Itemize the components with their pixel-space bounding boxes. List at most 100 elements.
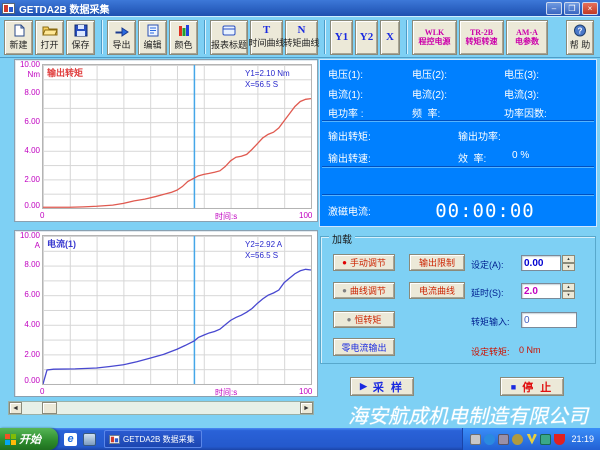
button-label: 颜色 (174, 39, 193, 50)
y-tick: 0.00 (24, 201, 40, 210)
torque-input-field[interactable] (521, 312, 577, 328)
delay-spinner[interactable]: ▲ ▼ (562, 283, 575, 299)
manual-adjust-button[interactable]: ● 手动调节 (333, 254, 395, 271)
tray-icon[interactable] (526, 433, 538, 445)
button-label: 导出 (112, 39, 131, 50)
toolbar-separator (101, 20, 103, 54)
taskbar-app-label: GETDA2B 数据采集 (123, 434, 195, 444)
export-button[interactable]: 导出 (107, 19, 136, 55)
save-button[interactable]: 保存 (66, 19, 95, 55)
set-current-label: 设定(A): (471, 260, 504, 270)
zero-current-output-button[interactable]: 零电流输出 (333, 338, 395, 356)
time-curve-button[interactable]: T 时间曲线 (249, 19, 285, 55)
efficiency-value: 0 % (512, 150, 530, 161)
app-icon (109, 434, 120, 444)
y2-axis-button[interactable]: Y2 (355, 19, 378, 55)
close-button[interactable]: × (582, 1, 598, 15)
electric-power-label: 电功率 : (328, 109, 364, 120)
scrollbar-thumb[interactable] (42, 402, 57, 414)
y-tick: 0.00 (24, 376, 40, 385)
minimize-button[interactable]: – (546, 1, 562, 15)
y-axis-unit: Nm (27, 70, 40, 79)
spinner-down-icon[interactable]: ▼ (562, 291, 575, 299)
tr2b-torque-speed-button[interactable]: TR-2B 转矩转速 (459, 19, 504, 55)
spinner-up-icon[interactable]: ▲ (562, 255, 575, 263)
current1-label: 电流(1): (328, 90, 363, 101)
button-label: WLK (424, 28, 445, 37)
power-factor-label: 功率因数: (504, 109, 547, 120)
new-file-button[interactable]: 新建 (4, 19, 33, 55)
set-current-input[interactable] (521, 255, 561, 271)
ie-quicklaunch-icon[interactable]: e (64, 432, 77, 446)
scroll-left-arrow-icon[interactable]: ◄ (9, 402, 22, 414)
y-tick: 4.00 (24, 146, 40, 155)
edit-button[interactable]: 编辑 (138, 19, 167, 55)
current-curve-button[interactable]: 电流曲线 (409, 282, 465, 299)
cursor-readout: Y2=2.92 A X=56.5 S (245, 239, 282, 261)
svg-text:?: ? (578, 26, 583, 35)
button-label: 保存 (71, 39, 90, 50)
y1-axis-button[interactable]: Y1 (330, 19, 353, 55)
taskbar-app-button[interactable]: GETDA2B 数据采集 (104, 430, 202, 448)
tray-icon[interactable] (540, 433, 552, 445)
set-current-spinner[interactable]: ▲ ▼ (562, 255, 575, 271)
constant-torque-button[interactable]: ● 恒转矩 (333, 311, 395, 328)
load-group-title: 加载 (329, 231, 355, 246)
output-power-label: 输出功率: (458, 132, 501, 143)
button-label: 恒转矩 (354, 315, 382, 325)
curve-adjust-button[interactable]: ● 曲线调节 (333, 282, 395, 299)
show-desktop-icon[interactable] (83, 432, 96, 446)
start-button[interactable]: 开始 (0, 428, 58, 450)
stop-button[interactable]: ■ 停 止 (500, 377, 564, 396)
spinner-up-icon[interactable]: ▲ (562, 283, 575, 291)
sample-button[interactable]: ▶ 采 样 (350, 377, 414, 396)
series-label: 电流(1) (47, 239, 76, 249)
current2-label: 电流(2): (412, 90, 447, 101)
button-label: 帮 助 (569, 39, 591, 50)
system-tray: 21:19 (462, 428, 600, 450)
torque-curve (43, 99, 311, 208)
y-tick: 10.00 (19, 60, 40, 69)
tray-icon[interactable] (498, 433, 510, 445)
measurement-panel: 电压(1): 电压(2): 电压(3): 电流(1): 电流(2): 电流(3)… (319, 59, 597, 227)
elapsed-timer: 00:00:00 (435, 200, 535, 222)
y-readout: Y1=2.10 Nm (245, 69, 290, 78)
color-button[interactable]: 颜色 (169, 19, 198, 55)
y-tick: 2.00 (24, 175, 40, 184)
app-icon (2, 2, 15, 14)
export-arrow-icon (115, 26, 129, 37)
torque-curve-button[interactable]: N 转矩曲线 (284, 19, 320, 55)
help-button[interactable]: ? 帮 助 (566, 19, 594, 55)
radio-dot-icon: ● (342, 286, 347, 295)
wlk-power-supply-button[interactable]: WLK 程控电源 (412, 19, 457, 55)
button-label: 转矩转速 (465, 37, 498, 46)
current3-label: 电流(3): (504, 90, 539, 101)
open-file-button[interactable]: 打开 (35, 19, 64, 55)
color-bars-icon (178, 24, 189, 36)
tray-icon[interactable] (484, 433, 496, 445)
scrollbar-track[interactable] (22, 402, 300, 414)
delay-label: 延时(S): (471, 288, 504, 298)
report-title-button[interactable]: 报表标题 (210, 19, 248, 55)
ama-electric-params-button[interactable]: AM-A 电参数 (506, 19, 548, 55)
security-shield-icon[interactable] (554, 433, 566, 445)
delay-input[interactable] (521, 283, 561, 299)
current-chart-panel: 10.00 A 8.00 6.00 4.00 2.00 0.00 电流(1) Y… (14, 230, 318, 397)
new-file-icon (14, 24, 24, 36)
tray-icon[interactable] (512, 433, 524, 445)
output-limit-button[interactable]: 输出限制 (409, 254, 465, 271)
y-tick: 6.00 (24, 117, 40, 126)
torque-input-label: 转矩输入: (471, 317, 510, 327)
output-torque-label: 输出转矩: (328, 132, 371, 143)
button-label: 报表标题 (211, 39, 248, 50)
x-axis-label: 时间:s (215, 388, 238, 397)
scroll-right-arrow-icon[interactable]: ► (300, 402, 313, 414)
button-label: 停 止 (522, 381, 554, 394)
spinner-down-icon[interactable]: ▼ (562, 263, 575, 271)
maximize-button[interactable]: ❐ (564, 1, 580, 15)
x-axis-button[interactable]: X (380, 19, 400, 55)
y-tick: 6.00 (24, 290, 40, 299)
panel-divider (322, 166, 594, 168)
tray-icon[interactable] (470, 433, 482, 445)
horizontal-scrollbar[interactable]: ◄ ► (8, 401, 314, 415)
